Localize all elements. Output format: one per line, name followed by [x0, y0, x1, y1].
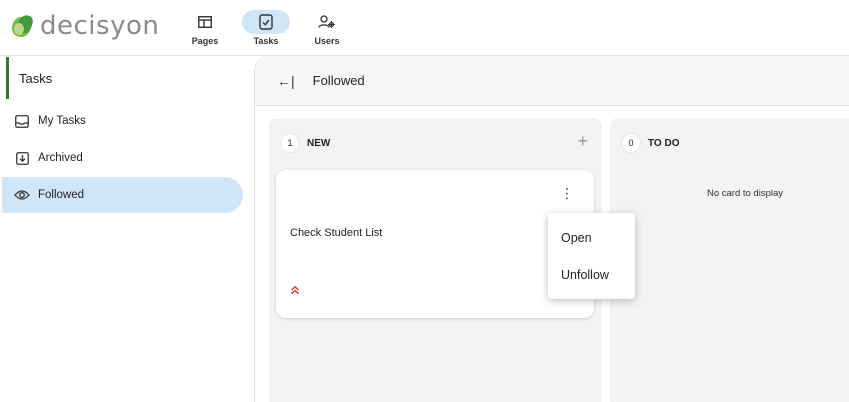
card-count-badge: 0: [622, 134, 640, 152]
pages-icon: [188, 10, 222, 34]
nav-tasks[interactable]: Tasks: [242, 10, 290, 46]
column-title: TO DO: [648, 137, 680, 149]
page-title: Followed: [312, 73, 365, 88]
decisyon-logo[interactable]: decisyon: [10, 10, 159, 42]
menu-item-unfollow[interactable]: Unfollow: [548, 256, 635, 293]
sidebar-item-label: My Tasks: [38, 115, 86, 127]
priority-high-icon: [290, 282, 300, 300]
nav-tasks-label: Tasks: [253, 36, 279, 46]
sidebar-item-archived[interactable]: Archived: [6, 140, 247, 176]
sidebar: Tasks My Tasks Archived Followed: [0, 56, 254, 402]
top-bar: decisyon Pages Tasks Users: [0, 0, 849, 56]
nav-users[interactable]: Users: [310, 10, 344, 46]
page-header: ←| Followed: [254, 56, 849, 106]
logo-mark-icon: [10, 13, 35, 39]
card-context-menu: Open Unfollow: [548, 213, 635, 299]
back-arrow-icon[interactable]: ←|: [277, 73, 295, 89]
card-title: Check Student List: [290, 227, 383, 239]
card-count-badge: 1: [281, 134, 299, 152]
column-header: 0 TO DO: [622, 132, 679, 154]
eye-icon: [14, 187, 30, 203]
task-card[interactable]: ⋮ Check Student List: [276, 170, 594, 318]
inbox-icon: [14, 113, 30, 129]
nav-users-label: Users: [314, 36, 340, 46]
nav-pages[interactable]: Pages: [188, 10, 222, 46]
column-todo: 0 TO DO No card to display: [610, 118, 849, 402]
tasks-icon: [242, 10, 290, 34]
more-vert-icon[interactable]: ⋮: [560, 186, 574, 200]
sidebar-item-followed[interactable]: Followed: [2, 177, 243, 213]
add-card-button[interactable]: +: [577, 132, 588, 150]
column-header: 1 NEW: [281, 132, 330, 154]
empty-column-message: No card to display: [706, 188, 784, 199]
sidebar-item-my-tasks[interactable]: My Tasks: [6, 103, 247, 139]
archive-icon: [14, 150, 30, 166]
users-icon: [310, 10, 344, 34]
logo-text: decisyon: [40, 11, 160, 41]
nav-pages-label: Pages: [191, 36, 219, 46]
sidebar-item-label: Followed: [38, 189, 85, 201]
column-title: NEW: [307, 137, 331, 149]
sidebar-item-label: Archived: [38, 152, 83, 164]
sidebar-title: Tasks: [6, 57, 254, 99]
menu-item-open[interactable]: Open: [548, 219, 635, 256]
